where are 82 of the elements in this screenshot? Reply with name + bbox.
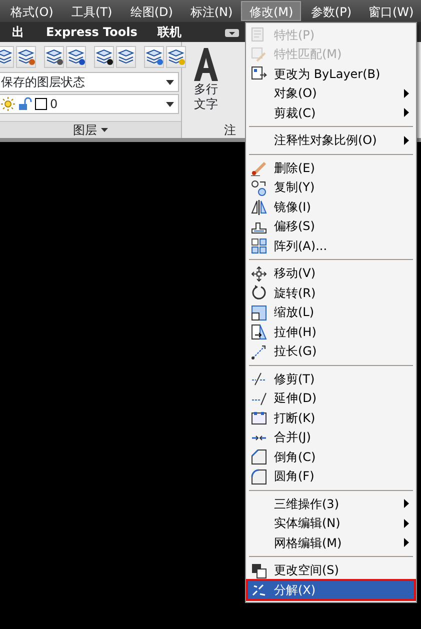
menu-item[interactable]: 删除(E) bbox=[247, 158, 415, 178]
layer-tool-button[interactable] bbox=[0, 46, 14, 68]
menu-item[interactable]: 分解(X) bbox=[247, 580, 415, 600]
layer-state-dropdown[interactable]: 保存的图层状态 bbox=[0, 72, 179, 92]
menu-bar-item[interactable]: 绘图(D) bbox=[122, 1, 182, 21]
menu-bar-item[interactable]: 工具(T) bbox=[62, 1, 122, 21]
menu-item[interactable]: 倒角(C) bbox=[247, 447, 415, 466]
ribbon-tab[interactable]: Express Tools bbox=[46, 23, 138, 41]
menu-item[interactable]: 缩放(L) bbox=[247, 302, 415, 322]
ribbon-tab[interactable]: 联机 bbox=[157, 23, 182, 41]
layer-tool-button[interactable] bbox=[116, 46, 136, 68]
menu-item[interactable]: 网格编辑(M) bbox=[247, 533, 415, 552]
menu-bar-item[interactable]: 格式(O) bbox=[2, 1, 62, 21]
layer-tool-button[interactable] bbox=[166, 46, 186, 68]
change-space-icon bbox=[251, 562, 267, 578]
lengthen-icon bbox=[251, 344, 267, 360]
panel-title: 图层 bbox=[73, 122, 97, 139]
caret-icon bbox=[166, 80, 174, 84]
layers-icon bbox=[67, 48, 85, 66]
menu-item[interactable]: 合并(J) bbox=[247, 428, 415, 447]
break-icon bbox=[251, 410, 267, 426]
layer-tool-button[interactable] bbox=[16, 46, 36, 68]
extend-icon bbox=[251, 390, 267, 406]
menu-bar-item[interactable]: 参数(P) bbox=[301, 1, 362, 21]
multiline-text-button[interactable]: 多行 文字 bbox=[186, 46, 226, 112]
color-swatch-icon bbox=[35, 98, 47, 110]
layer-tool-button[interactable] bbox=[94, 46, 114, 68]
trim-icon bbox=[251, 371, 267, 387]
menu-item[interactable]: 对象(O) bbox=[247, 84, 415, 103]
dropdown-icon bbox=[225, 28, 240, 37]
menu-item[interactable]: 剪裁(C) bbox=[247, 103, 415, 122]
menu-item[interactable]: 阵列(A)... bbox=[247, 236, 415, 256]
menu-bar-item[interactable]: 标注(N) bbox=[182, 1, 242, 21]
fillet-icon bbox=[251, 468, 267, 484]
move-icon bbox=[251, 266, 267, 282]
menu-bar-item[interactable]: 修改(M) bbox=[241, 1, 302, 21]
menu-item[interactable]: 拉伸(H) bbox=[247, 322, 415, 342]
menu-item[interactable]: 拉长(G) bbox=[247, 342, 415, 361]
menu-bar-item[interactable]: 窗口(W) bbox=[361, 1, 421, 21]
panel-title: 注 bbox=[224, 122, 237, 138]
scale-icon bbox=[251, 304, 267, 320]
mirror-icon bbox=[251, 199, 267, 215]
brush-icon bbox=[251, 46, 267, 62]
ribbon-tab[interactable]: 出 bbox=[12, 23, 24, 41]
layer-tool-button[interactable] bbox=[144, 46, 164, 68]
caret-icon bbox=[166, 102, 174, 106]
text-icon bbox=[191, 46, 221, 82]
menu-item[interactable]: 修剪(T) bbox=[247, 369, 415, 388]
copy-icon bbox=[251, 180, 267, 196]
layers-icon bbox=[95, 48, 113, 66]
menu-item[interactable]: 偏移(S) bbox=[247, 216, 415, 236]
layers-icon bbox=[117, 48, 135, 66]
rotate-icon bbox=[251, 285, 267, 301]
menu-item[interactable]: 打断(K) bbox=[247, 408, 415, 428]
layer-tool-button[interactable] bbox=[44, 46, 64, 68]
menu-item[interactable]: 复制(Y) bbox=[247, 178, 415, 197]
layers-icon bbox=[167, 48, 185, 66]
layer-tool-button[interactable] bbox=[66, 46, 86, 68]
caret-icon bbox=[101, 128, 108, 132]
chamfer-icon bbox=[251, 449, 267, 465]
lock-icon bbox=[18, 97, 32, 111]
menu-item[interactable]: 三维操作(3) bbox=[247, 494, 415, 514]
stretch-icon bbox=[251, 324, 267, 340]
eraser-icon bbox=[251, 160, 267, 176]
menu-item[interactable]: 注释性对象比例(O) bbox=[247, 130, 415, 150]
layer-dropdown[interactable]: 0 bbox=[0, 94, 179, 114]
menu-item[interactable]: 旋转(R) bbox=[247, 283, 415, 302]
layer-change-icon bbox=[251, 66, 267, 82]
menu-item[interactable]: 更改空间(S) bbox=[247, 560, 415, 580]
menu-item[interactable]: 移动(V) bbox=[247, 264, 415, 283]
menu-item[interactable]: 实体编辑(N) bbox=[247, 514, 415, 533]
layers-icon bbox=[145, 48, 163, 66]
menu-item[interactable]: 更改为 ByLayer(B) bbox=[247, 64, 415, 84]
array-icon bbox=[251, 238, 267, 254]
menu-item[interactable]: 镜像(I) bbox=[247, 197, 415, 216]
layers-icon bbox=[0, 48, 13, 66]
explode-icon bbox=[251, 582, 267, 598]
menu-item[interactable]: 圆角(F) bbox=[247, 466, 415, 486]
sun-icon bbox=[1, 97, 15, 111]
layers-icon bbox=[17, 48, 35, 66]
layers-icon bbox=[45, 48, 63, 66]
menu-item[interactable]: 延伸(D) bbox=[247, 388, 415, 408]
